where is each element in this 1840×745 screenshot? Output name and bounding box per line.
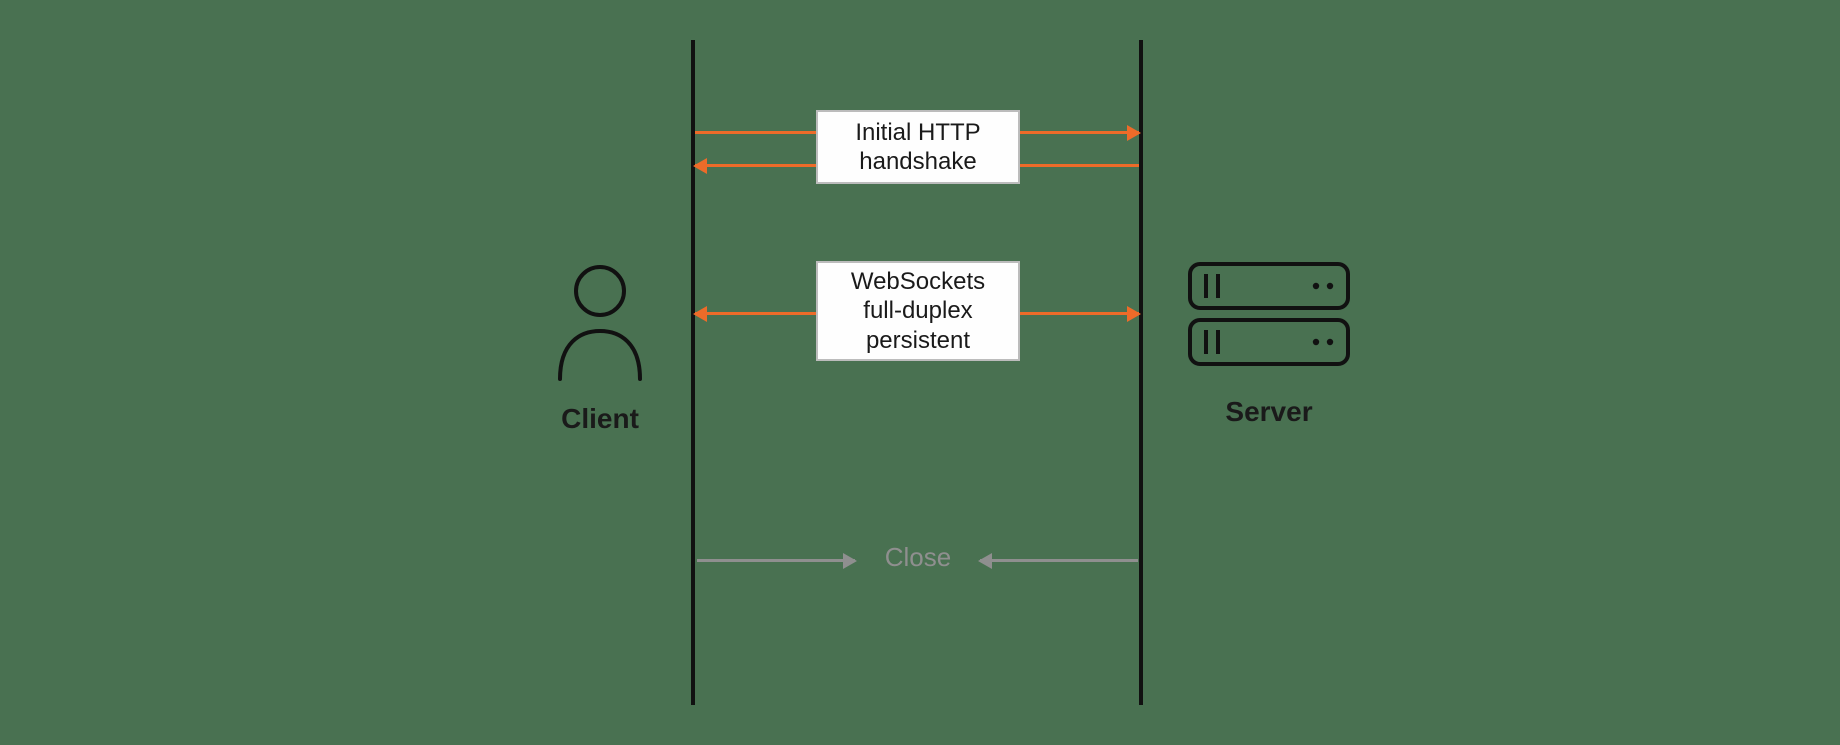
close-from-server-arrow xyxy=(980,559,1138,562)
server-label: Server xyxy=(1174,396,1364,428)
client-lifeline xyxy=(691,40,695,705)
close-label: Close xyxy=(866,542,970,573)
server-actor: Server xyxy=(1174,254,1364,428)
websocket-box: WebSockets full-duplex persistent xyxy=(816,261,1020,361)
handshake-box: Initial HTTP handshake xyxy=(816,110,1020,184)
user-icon xyxy=(550,261,650,381)
client-label: Client xyxy=(540,403,660,435)
websocket-text: WebSockets full-duplex persistent xyxy=(851,267,985,355)
close-from-client-arrow xyxy=(697,559,855,562)
websocket-sequence-diagram: Client Server Initial HTTP handshake xyxy=(0,0,1840,745)
handshake-text: Initial HTTP handshake xyxy=(855,118,980,177)
client-actor: Client xyxy=(540,261,660,435)
server-icon xyxy=(1184,254,1354,374)
